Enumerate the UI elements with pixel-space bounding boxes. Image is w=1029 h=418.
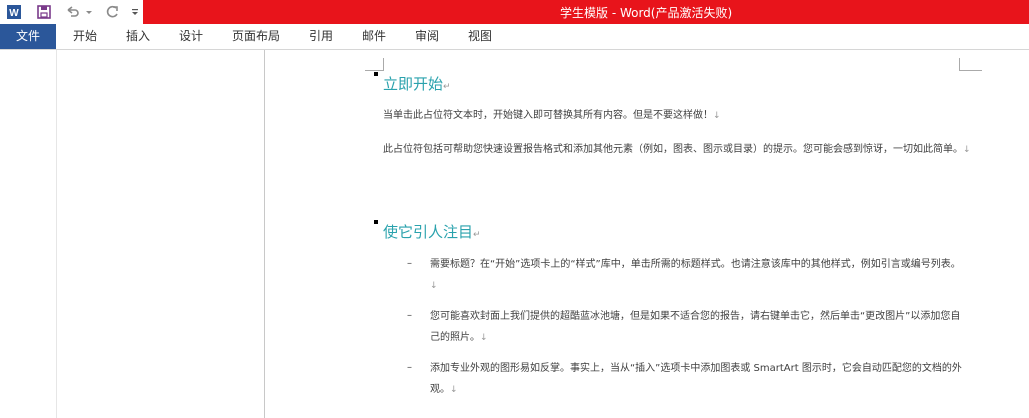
tab-references[interactable]: 引用 [302, 24, 340, 49]
section-heading-1[interactable]: 立即开始↵ [383, 73, 451, 94]
line-end-mark: ↓ [430, 281, 438, 291]
line-end-mark: ↓ [480, 333, 488, 343]
tab-view[interactable]: 视图 [461, 24, 499, 49]
line-end-mark: ↓ [450, 385, 458, 395]
tab-home[interactable]: 开始 [66, 24, 104, 49]
bullet-marker: – [407, 310, 412, 321]
bullet-text: 添加专业外观的图形易如反掌。事实上，当从“插入”选项卡中添加图表或 SmartA… [430, 363, 962, 395]
section-heading-2[interactable]: 使它引人注目↵ [383, 221, 481, 242]
page-corner-mark-right [959, 58, 982, 71]
page-corner-mark-left [365, 58, 384, 71]
body-paragraph-2[interactable]: 此占位符包括可帮助您快速设置报告格式和添加其他元素（例如，图表、图示或目录）的提… [383, 139, 973, 161]
tab-insert[interactable]: 插入 [119, 24, 157, 49]
save-icon[interactable] [34, 2, 54, 22]
word-logo-icon[interactable]: W [4, 2, 24, 22]
tab-mailings[interactable]: 邮件 [355, 24, 393, 49]
heading-text: 立即开始 [383, 75, 444, 93]
document-canvas[interactable]: 立即开始↵ 当单击此占位符文本时，开始键入即可替换其所有内容。但是不要这样做！↓… [265, 50, 1029, 418]
paragraph-mark: ↵ [473, 230, 481, 240]
tab-page-layout[interactable]: 页面布局 [226, 24, 286, 49]
paragraph-anchor-mark [374, 72, 378, 76]
body-paragraph-1[interactable]: 当单击此占位符文本时，开始键入即可替换其所有内容。但是不要这样做！↓ [383, 105, 973, 127]
bullet-marker: – [407, 258, 412, 269]
heading-text: 使它引人注目 [383, 223, 474, 241]
paragraph-text: 此占位符包括可帮助您快速设置报告格式和添加其他元素（例如，图表、图示或目录）的提… [383, 144, 963, 155]
customize-qat-icon[interactable] [128, 2, 142, 22]
navigation-pane[interactable] [0, 50, 265, 418]
bullet-item-3[interactable]: 添加专业外观的图形易如反掌。事实上，当从“插入”选项卡中添加图表或 SmartA… [430, 358, 965, 401]
ribbon-tab-bar: 文件 开始 插入 设计 页面布局 引用 邮件 审阅 视图 [0, 24, 1029, 50]
redo-icon[interactable] [102, 2, 122, 22]
navigation-pane-strip [0, 50, 57, 418]
bullet-item-2[interactable]: 您可能喜欢封面上我们提供的超酷蓝冰池塘，但是如果不适合您的报告，请右键单击它，然… [430, 306, 965, 349]
tab-review[interactable]: 审阅 [408, 24, 446, 49]
undo-icon[interactable] [62, 2, 82, 22]
bullet-text: 需要标题？在“开始”选项卡上的“样式”库中，单击所需的标题样式。也请注意该库中的… [430, 259, 961, 270]
title-bar: W 学生模版 - Word(产品激活失败) [0, 0, 1029, 24]
window-title: 学生模版 - Word(产品激活失败) [560, 6, 733, 20]
paragraph-mark: ↵ [443, 82, 451, 92]
bullet-item-1[interactable]: 需要标题？在“开始”选项卡上的“样式”库中，单击所需的标题样式。也请注意该库中的… [430, 254, 965, 297]
line-end-mark: ↓ [713, 111, 721, 121]
undo-dropdown-icon[interactable] [84, 2, 94, 22]
line-end-mark: ↓ [963, 145, 971, 155]
bullet-text: 您可能喜欢封面上我们提供的超酷蓝冰池塘，但是如果不适合您的报告，请右键单击它，然… [430, 311, 961, 343]
paragraph-text: 当单击此占位符文本时，开始键入即可替换其所有内容。但是不要这样做！ [383, 110, 713, 121]
tab-design[interactable]: 设计 [172, 24, 210, 49]
tab-file[interactable]: 文件 [0, 24, 56, 49]
svg-text:W: W [9, 8, 19, 19]
bullet-marker: – [407, 362, 412, 373]
paragraph-anchor-mark [374, 220, 378, 224]
